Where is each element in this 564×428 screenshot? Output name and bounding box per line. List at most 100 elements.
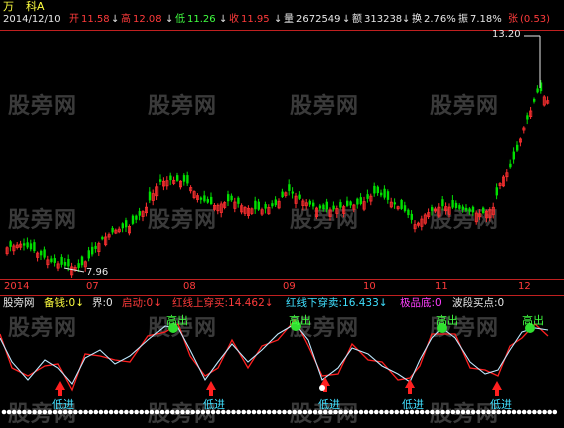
candle: [346, 196, 349, 208]
candle: [101, 235, 104, 241]
amplitude-label: 振: [458, 14, 468, 25]
candle: [254, 196, 257, 214]
candle: [294, 192, 298, 209]
candle: [484, 209, 488, 223]
candle: [478, 209, 482, 220]
candle: [468, 207, 471, 215]
candle: [491, 202, 495, 219]
candle: [237, 196, 240, 208]
down-arrow-icon: ↓: [111, 14, 120, 25]
candle: [512, 147, 515, 164]
price-chart-panel[interactable]: 股旁网 股旁网 股旁网 股旁网 股旁网 股旁网 股旁网 股旁网 13.20 7.…: [0, 30, 564, 278]
indicator-item: 启动:0↓: [122, 297, 163, 309]
candle: [314, 206, 318, 220]
candle: [546, 96, 550, 105]
baseline-dot: [98, 409, 104, 415]
candle: [536, 85, 539, 94]
candle: [216, 203, 220, 215]
low-value: 11.26: [187, 14, 216, 25]
baseline-dot: [312, 409, 318, 415]
baseline-dot: [129, 409, 134, 415]
close-label: 收: [229, 14, 239, 25]
baseline-dot: [164, 409, 170, 415]
candle: [274, 196, 277, 207]
candle: [501, 174, 505, 188]
candle: [342, 204, 346, 218]
baseline-dot: [394, 409, 400, 415]
date-axis: 2014 07 08 09 10 11 12: [0, 279, 564, 296]
down-arrow-icon: ↓: [342, 14, 351, 25]
candle: [271, 200, 274, 209]
down-arrow-icon: ↓: [274, 14, 283, 25]
signal-dot: [319, 385, 325, 391]
baseline-dot: [481, 409, 486, 415]
turnover-value: 2.76%: [424, 14, 456, 25]
baseline-dot: [542, 409, 547, 415]
baseline-dot: [527, 409, 532, 415]
candle: [413, 220, 417, 233]
down-arrow-icon: ↓: [165, 14, 174, 25]
candle: [288, 179, 291, 196]
candle: [427, 208, 431, 220]
candle: [471, 205, 475, 216]
candle: [36, 251, 40, 262]
indicator-panel[interactable]: 股旁网 股旁网 股旁网 股旁网 股旁网 股旁网 股旁网 股旁网 高出 高出 高出…: [0, 310, 564, 427]
buy-signal-label: 低进: [402, 398, 424, 411]
baseline-dot: [144, 409, 150, 415]
baseline-dot: [17, 409, 22, 415]
candle: [533, 97, 536, 104]
candle: [56, 261, 60, 272]
candle: [505, 169, 509, 182]
baseline-dot: [190, 409, 195, 415]
candle: [396, 205, 400, 211]
candle: [461, 204, 464, 213]
candle: [243, 205, 247, 216]
candle: [423, 213, 427, 225]
candle: [407, 208, 410, 219]
candle: [474, 210, 478, 225]
candle: [223, 201, 227, 210]
date-tick: 12: [518, 281, 531, 292]
volume-label: 量: [284, 14, 294, 25]
baseline-dot: [287, 409, 292, 415]
buy-signal-label: 低进: [318, 398, 340, 411]
candle: [458, 203, 461, 211]
candle: [114, 228, 118, 235]
candle: [465, 204, 468, 213]
candle: [393, 198, 396, 209]
change-label: 张: [508, 14, 518, 25]
candle: [33, 239, 36, 253]
candle: [356, 197, 359, 209]
candle: [9, 239, 12, 252]
baseline-dot: [384, 409, 389, 415]
baseline-dot: [256, 409, 262, 415]
candle: [94, 242, 97, 253]
candle: [97, 241, 101, 256]
candle: [318, 203, 322, 211]
candle: [176, 172, 179, 182]
candle: [40, 249, 43, 261]
candle: [161, 177, 165, 191]
buy-arrow-icon: [55, 381, 65, 390]
indicator-name: 股旁网: [3, 297, 35, 309]
candle: [5, 246, 9, 256]
volume-value: 2672549: [296, 14, 341, 25]
baseline-dot: [277, 409, 282, 415]
candle: [383, 185, 386, 200]
candle: [178, 180, 182, 190]
date-tick: 08: [183, 281, 196, 292]
buy-signal-label: 低进: [203, 398, 225, 411]
baseline-dot: [251, 409, 257, 415]
candle: [29, 239, 33, 252]
candle: [189, 185, 193, 194]
candle: [151, 189, 155, 206]
candle: [410, 210, 413, 224]
date-tick: 09: [283, 281, 296, 292]
candle: [19, 240, 23, 251]
candle: [111, 225, 114, 235]
candle: [308, 199, 311, 207]
amount-label: 额: [352, 14, 362, 25]
candle: [165, 176, 169, 190]
candle: [441, 195, 444, 211]
candle: [246, 205, 250, 219]
